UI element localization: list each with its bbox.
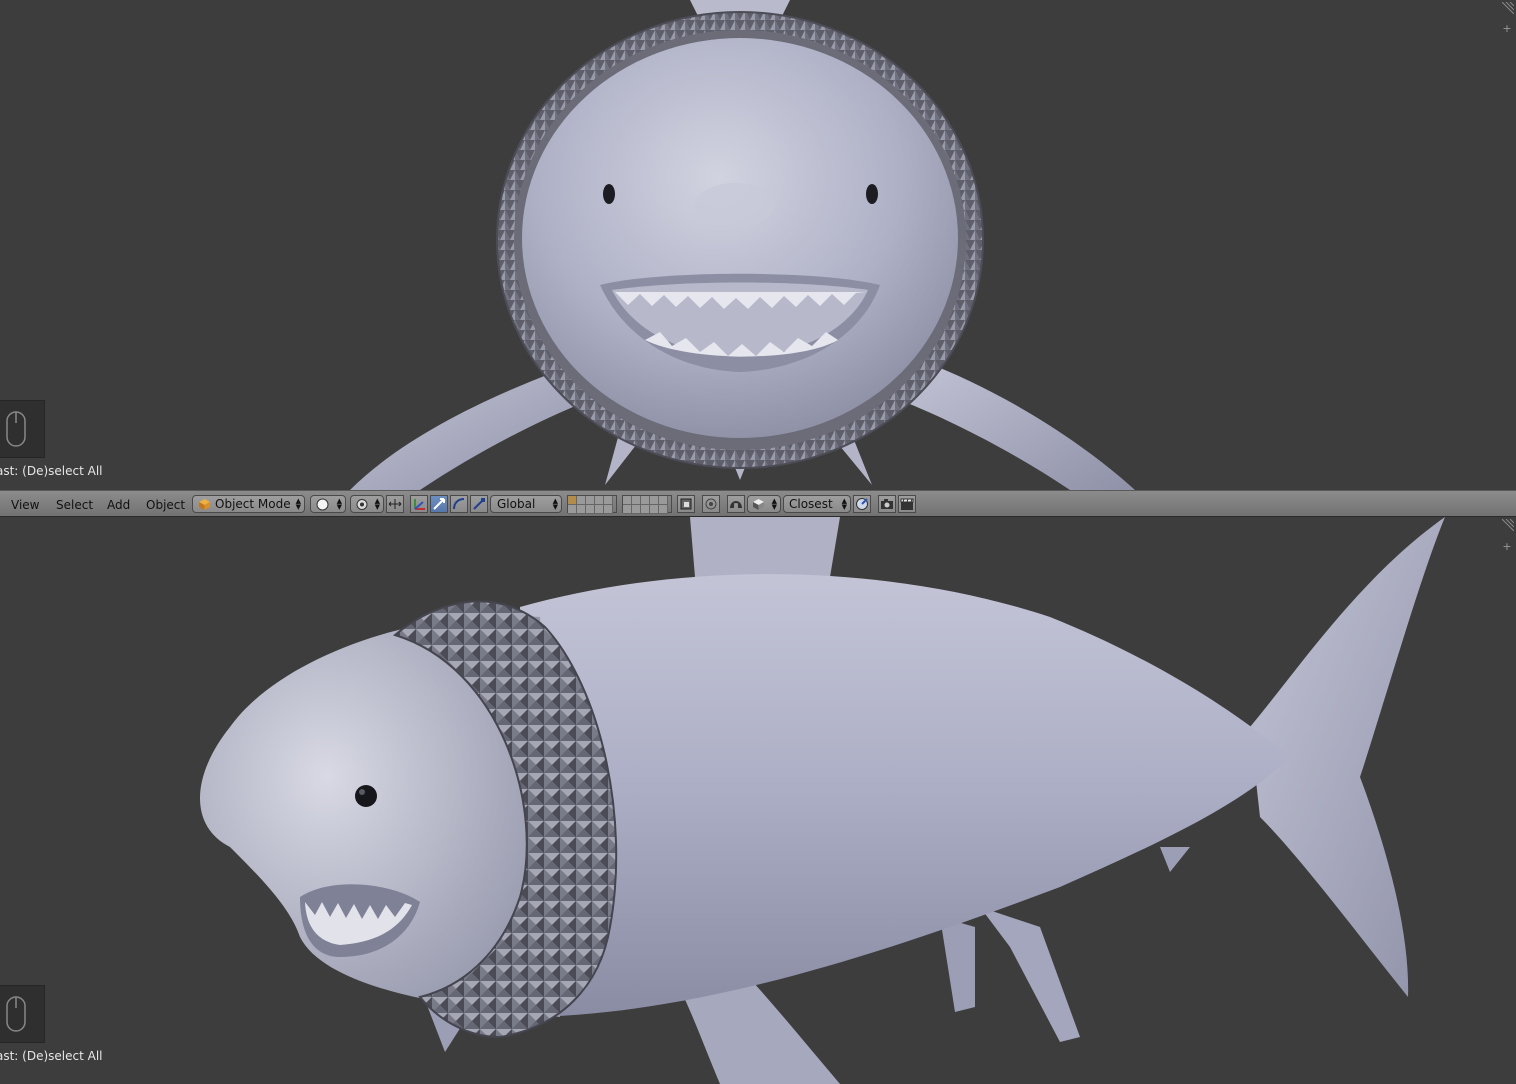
properties-toggle-icon[interactable]: + xyxy=(1502,541,1512,552)
updown-arrows-icon: ▲ ▼ xyxy=(841,497,847,511)
scale-icon[interactable] xyxy=(450,495,468,513)
snap-target-label: Closest xyxy=(789,497,833,511)
snap-element-icon xyxy=(753,499,764,510)
menu-add[interactable]: Add xyxy=(107,498,130,512)
proportional-edit-icon[interactable] xyxy=(470,495,488,513)
orientation-dropdown[interactable]: Global ▲ ▼ xyxy=(490,495,562,513)
pivot-point-icon xyxy=(356,499,368,510)
area-split-corner-icon[interactable] xyxy=(1502,519,1514,531)
right-eye xyxy=(866,184,878,204)
mouse-icon xyxy=(0,985,45,1043)
cube-icon xyxy=(199,499,210,510)
orientation-label: Global xyxy=(497,497,536,511)
shark-body xyxy=(520,574,1290,1017)
snap-toggle-icon[interactable] xyxy=(727,495,745,513)
shading-dropdown[interactable]: ▲ ▼ xyxy=(310,495,346,513)
updown-arrows-icon: ▲ ▼ xyxy=(771,497,777,511)
clapper-icon[interactable] xyxy=(898,495,916,513)
camera-icon[interactable] xyxy=(878,495,896,513)
layer-buttons-2[interactable] xyxy=(622,495,672,514)
right-pectoral-fin xyxy=(900,360,1135,490)
snap-target-dropdown[interactable]: Closest ▲ ▼ xyxy=(783,495,851,513)
properties-toggle-icon[interactable]: + xyxy=(1502,23,1512,34)
manipulator-icon[interactable] xyxy=(386,495,404,513)
viewport-header: View Select Add Object Object Mode ▲ ▼ ▲ ▼… xyxy=(0,490,1516,517)
viewport-top[interactable]: + ast: (De)select All xyxy=(0,0,1516,490)
updown-arrows-icon: ▲ ▼ xyxy=(374,497,380,511)
eye xyxy=(355,785,377,807)
viewport-bottom[interactable]: + ast: (De)select All xyxy=(0,517,1516,1084)
menu-object[interactable]: Object xyxy=(146,498,185,512)
menu-select[interactable]: Select xyxy=(56,498,93,512)
updown-arrows-icon: ▲ ▼ xyxy=(552,497,558,511)
proportional-falloff-icon[interactable] xyxy=(702,495,720,513)
last-operator-label: ast: (De)select All xyxy=(0,464,103,478)
shark-perspective-view xyxy=(200,517,1445,1084)
snap-magnet-icon[interactable] xyxy=(677,495,695,513)
area-split-corner-icon[interactable] xyxy=(1502,2,1514,14)
layer-buttons[interactable] xyxy=(567,495,617,514)
menu-view[interactable]: View xyxy=(11,498,39,512)
updown-arrows-icon: ▲ ▼ xyxy=(336,497,342,511)
updown-arrows-icon: ▲ ▼ xyxy=(295,497,301,511)
last-operator-label: ast: (De)select All xyxy=(0,1049,103,1063)
mouse-icon xyxy=(0,400,45,458)
translate-icon[interactable] xyxy=(410,495,428,513)
snap-element-dropdown[interactable]: ▲ ▼ xyxy=(747,495,781,513)
sphere-solid-icon xyxy=(316,498,329,511)
rotate-icon[interactable] xyxy=(430,495,448,513)
shark-face xyxy=(522,38,958,438)
shark-front-view xyxy=(350,0,1135,490)
mode-label: Object Mode xyxy=(215,497,291,511)
left-eye xyxy=(603,184,615,204)
snap-align-icon[interactable] xyxy=(853,495,871,513)
pivot-dropdown[interactable]: ▲ ▼ xyxy=(350,495,384,513)
mode-dropdown[interactable]: Object Mode ▲ ▼ xyxy=(192,495,305,513)
